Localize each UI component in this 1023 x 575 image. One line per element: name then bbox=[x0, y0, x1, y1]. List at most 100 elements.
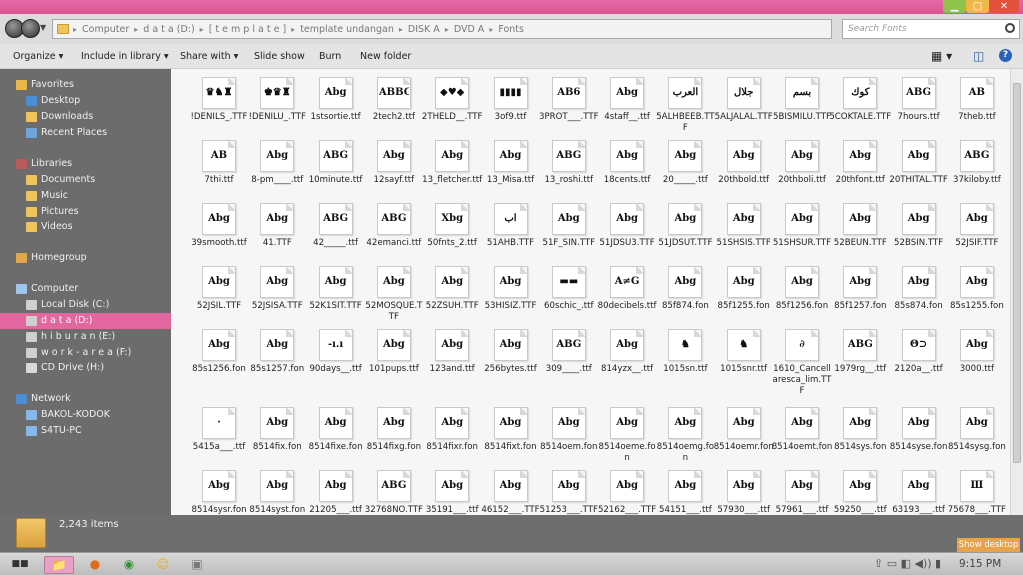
scrollbar-thumb[interactable] bbox=[1013, 83, 1021, 463]
breadcrumb-item[interactable]: DVD A bbox=[449, 24, 489, 35]
nav-item[interactable]: Videos bbox=[0, 219, 171, 235]
file-item[interactable]: · 5415a___.ttf bbox=[190, 401, 248, 463]
nav-item[interactable]: Libraries bbox=[0, 156, 171, 172]
file-item[interactable]: ▬▬ 60schic_.ttf bbox=[540, 260, 598, 322]
file-item[interactable]: Abg 101pups.ttf bbox=[365, 323, 423, 385]
file-item[interactable]: Abg 85f1257.fon bbox=[831, 260, 889, 322]
nav-item[interactable]: d a t a (D:) bbox=[0, 313, 171, 329]
nav-item[interactable]: Pictures bbox=[0, 204, 171, 220]
file-item[interactable]: AB6 3PROT___.TTF bbox=[539, 71, 599, 133]
file-item[interactable]: -ı.ı 90days__.ttf bbox=[307, 323, 365, 385]
file-item[interactable]: Abg 8514sys.fon bbox=[831, 401, 889, 463]
new-folder-button[interactable]: New folder bbox=[360, 51, 411, 62]
nav-item[interactable]: Music bbox=[0, 188, 171, 204]
breadcrumb-item[interactable]: Computer bbox=[77, 24, 134, 35]
file-item[interactable]: Abg 51253___.TTF bbox=[540, 464, 598, 515]
file-item[interactable]: Abg 57961___.ttf bbox=[773, 464, 831, 515]
file-item[interactable]: AB 7thi.ttf bbox=[190, 134, 248, 196]
file-item[interactable]: Abg 20thbold.ttf bbox=[715, 134, 773, 196]
file-item[interactable]: Abg 12sayf.ttf bbox=[365, 134, 423, 196]
file-item[interactable]: Abg 57930___.ttf bbox=[715, 464, 773, 515]
file-item[interactable]: ﻛﻮﻙ 5COKTALE.TTF bbox=[829, 71, 891, 133]
file-item[interactable]: Abg 13_fletcher.ttf bbox=[422, 134, 482, 196]
file-item[interactable]: A≠G 80decibels.ttf bbox=[598, 260, 657, 322]
file-item[interactable]: Abg 52ZSUH.TTF bbox=[423, 260, 481, 322]
file-item[interactable]: Abg 8-pm____.ttf bbox=[248, 134, 306, 196]
nav-item[interactable]: Homegroup bbox=[0, 250, 171, 266]
file-item[interactable]: ABG 42emanci.ttf bbox=[365, 197, 423, 259]
file-item[interactable]: Abg 8514syst.fon bbox=[248, 464, 306, 515]
nav-item[interactable]: Computer bbox=[0, 281, 171, 297]
file-item[interactable]: Abg 51SHSUR.TTF bbox=[773, 197, 831, 259]
file-item[interactable]: Abg 814yzx__.ttf bbox=[598, 323, 656, 385]
file-item[interactable]: ∂ 1610_Cancellaresca_lim.TTF bbox=[773, 323, 831, 396]
explorer-taskbar-icon[interactable]: 📁 bbox=[44, 556, 74, 574]
file-item[interactable]: Abg 51SHSIS.TTF bbox=[715, 197, 773, 259]
file-item[interactable]: ♛♞♜ !DENILS_.TTF bbox=[190, 71, 248, 133]
clock[interactable]: 9:15 PM bbox=[959, 558, 1001, 570]
file-item[interactable]: Abg 8514fixt.fon bbox=[482, 401, 540, 463]
file-item[interactable]: Abg 13_Misa.ttf bbox=[482, 134, 540, 196]
file-item[interactable]: Ш 75678___.TTF bbox=[948, 464, 1006, 515]
forward-button[interactable] bbox=[21, 19, 40, 38]
nav-item[interactable]: Network bbox=[0, 391, 171, 407]
minimize-button[interactable]: ▁ bbox=[943, 0, 966, 13]
chrome-icon[interactable]: ◉ bbox=[114, 556, 144, 574]
file-item[interactable]: Abg 8514fixe.fon bbox=[307, 401, 365, 463]
file-item[interactable]: Abg 20_____.ttf bbox=[656, 134, 714, 196]
file-item[interactable]: ABG 309____.ttf bbox=[540, 323, 598, 385]
history-dropdown-icon[interactable]: ▼ bbox=[40, 23, 46, 32]
file-item[interactable]: Abg 52JSISA.TTF bbox=[248, 260, 306, 322]
file-item[interactable]: Abg 85s1257.fon bbox=[248, 323, 306, 385]
file-item[interactable]: Abg 85s874.fon bbox=[890, 260, 948, 322]
file-item[interactable]: ▮▮▮▮ 3of9.ttf bbox=[482, 71, 540, 133]
preview-pane-icon[interactable]: ◫ bbox=[973, 49, 984, 63]
file-item[interactable]: ﺍﻟﻌﺮﺏ 5ALHBEEB.TTF bbox=[656, 71, 715, 133]
file-item[interactable]: ♚♛♜ !DENILU_.TTF bbox=[248, 71, 306, 133]
search-input[interactable]: Search Fonts bbox=[842, 19, 1020, 39]
file-item[interactable]: Abg 20THITAL.TTF bbox=[889, 134, 948, 196]
nav-item[interactable]: S4TU-PC bbox=[0, 423, 171, 439]
file-item[interactable]: Abg 1stsortie.ttf bbox=[307, 71, 365, 133]
file-item[interactable]: Abg 8514sysr.fon bbox=[190, 464, 248, 515]
file-item[interactable]: ﺟﻼﻝ 5ALJALAL.TTF bbox=[715, 71, 773, 133]
file-item[interactable]: AB 7theb.ttf bbox=[948, 71, 1006, 133]
file-item[interactable]: Abg 8514oemg.fon bbox=[656, 401, 714, 463]
file-item[interactable]: Xbg 50fnts_2.ttf bbox=[423, 197, 481, 259]
nav-item[interactable]: w o r k - a r e a (F:) bbox=[0, 345, 171, 361]
file-item[interactable]: Abg 20thfont.ttf bbox=[831, 134, 889, 196]
file-item[interactable]: ABG 10minute.ttf bbox=[307, 134, 365, 196]
help-icon[interactable]: ? bbox=[999, 49, 1012, 62]
file-item[interactable]: Abg 8514oemt.fon bbox=[772, 401, 832, 463]
file-item[interactable]: Abg 8514oemr.fon bbox=[714, 401, 774, 463]
file-item[interactable]: Abg 52K1SIT.TTF bbox=[307, 260, 365, 322]
burn-button[interactable]: Burn bbox=[319, 51, 341, 62]
nav-item[interactable]: Documents bbox=[0, 172, 171, 188]
file-item[interactable]: Abg 8514oem.fon bbox=[540, 401, 598, 463]
file-item[interactable]: Abg 53HISIZ.TTF bbox=[482, 260, 540, 322]
nav-item[interactable]: Local Disk (C:) bbox=[0, 297, 171, 313]
file-item[interactable]: Abg 51F_SIN.TTF bbox=[540, 197, 598, 259]
file-item[interactable]: ABG 42_____.ttf bbox=[307, 197, 365, 259]
file-item[interactable]: ♞ 1015sn.ttf bbox=[656, 323, 714, 385]
start-icon[interactable]: ■■ bbox=[5, 556, 35, 574]
file-item[interactable]: ABG 13_roshi.ttf bbox=[540, 134, 598, 196]
file-item[interactable]: Abg 4staff__.ttf bbox=[598, 71, 656, 133]
tray-icons[interactable]: ⇧ ▭ ◧ ◀)) ▮ bbox=[874, 557, 941, 570]
file-item[interactable]: Abg 52BEUN.TTF bbox=[831, 197, 889, 259]
breadcrumb-item[interactable]: d a t a (D:) bbox=[138, 24, 199, 35]
organize-button[interactable]: Organize ▾ bbox=[13, 51, 63, 62]
file-item[interactable]: Abg 41.TTF bbox=[248, 197, 306, 259]
nav-item[interactable]: CD Drive (H:) bbox=[0, 360, 171, 376]
file-item[interactable]: Abg 256bytes.ttf bbox=[482, 323, 540, 385]
search-icon[interactable] bbox=[1005, 23, 1015, 33]
file-item[interactable]: ABG 7hours.ttf bbox=[890, 71, 948, 133]
file-item[interactable]: Abg 51JDSU3.TTF bbox=[598, 197, 656, 259]
file-item[interactable]: Abg 35191___.ttf bbox=[423, 464, 481, 515]
share-with-button[interactable]: Share with ▾ bbox=[180, 51, 238, 62]
nav-item[interactable]: Desktop bbox=[0, 93, 171, 109]
file-item[interactable]: Abg 85s1256.fon bbox=[190, 323, 248, 385]
file-item[interactable]: ◆♥◆ 2THELD__.TTF bbox=[422, 71, 483, 133]
file-item[interactable]: Θ⊃ 2120a__.ttf bbox=[890, 323, 948, 385]
file-item[interactable]: Abg 8514fix.fon bbox=[248, 401, 306, 463]
